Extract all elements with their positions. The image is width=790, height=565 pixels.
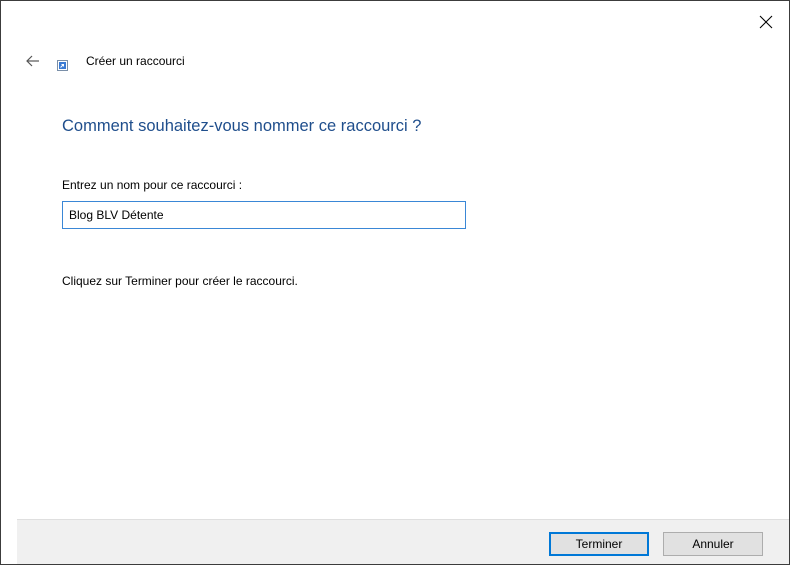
- create-shortcut-window: Créer un raccourci Comment souhaitez-vou…: [0, 0, 790, 565]
- cancel-button[interactable]: Annuler: [663, 532, 763, 556]
- instruction-text: Cliquez sur Terminer pour créer le racco…: [62, 274, 298, 288]
- finish-button[interactable]: Terminer: [549, 532, 649, 556]
- shortcut-name-label: Entrez un nom pour ce raccourci :: [62, 178, 243, 192]
- wizard-title: Créer un raccourci: [86, 54, 185, 68]
- page-heading: Comment souhaitez-vous nommer ce raccour…: [62, 117, 422, 135]
- wizard-footer: Terminer Annuler: [17, 519, 789, 564]
- shortcut-icon: [57, 60, 68, 71]
- close-icon: [759, 15, 773, 29]
- shortcut-name-input[interactable]: [62, 201, 466, 229]
- back-button[interactable]: [21, 51, 45, 71]
- back-arrow-icon: [26, 55, 39, 67]
- close-button[interactable]: [751, 9, 781, 35]
